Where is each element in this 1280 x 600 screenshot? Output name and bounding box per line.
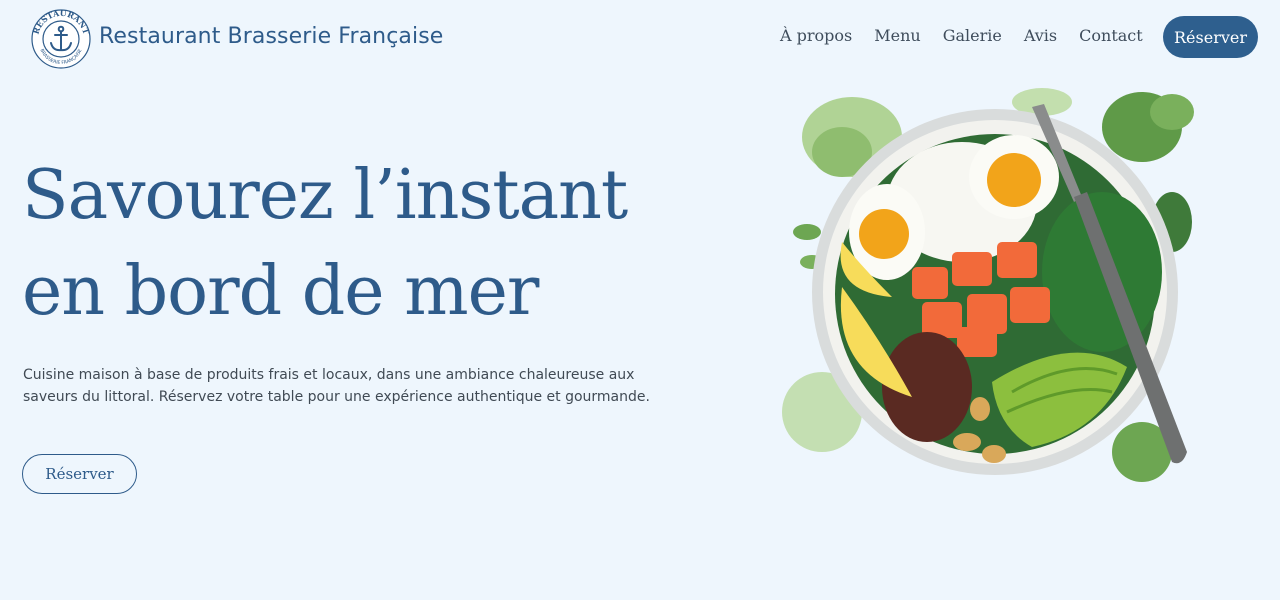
hero-reserve-button[interactable]: Réserver [22, 454, 137, 494]
nav-link-menu[interactable]: Menu [874, 26, 920, 45]
hero-title-line-1: Savourez l’instant [22, 156, 628, 235]
main-nav: À propos Menu Galerie Avis Contact [780, 26, 1165, 45]
anchor-logo-svg: RESTAURANT BRASSERIE FRANÇAISE [31, 8, 91, 69]
poke-bowl-image [782, 82, 1202, 498]
anchor-logo[interactable]: RESTAURANT BRASSERIE FRANÇAISE [30, 8, 92, 70]
hero-title: Savourez l’instant en bord de mer [22, 148, 628, 340]
nav-link-galerie[interactable]: Galerie [943, 26, 1002, 45]
brand-name[interactable]: Restaurant Brasserie Française [99, 24, 443, 49]
nav-link-a-propos[interactable]: À propos [780, 26, 852, 45]
header-reserve-button[interactable]: Réserver [1163, 16, 1258, 58]
hero-title-line-2: en bord de mer [22, 252, 539, 331]
nav-link-contact[interactable]: Contact [1079, 26, 1143, 45]
poke-bowl-illustration [782, 88, 1194, 482]
hero-description: Cuisine maison à base de produits frais … [23, 367, 650, 405]
nav-link-avis[interactable]: Avis [1024, 26, 1057, 45]
